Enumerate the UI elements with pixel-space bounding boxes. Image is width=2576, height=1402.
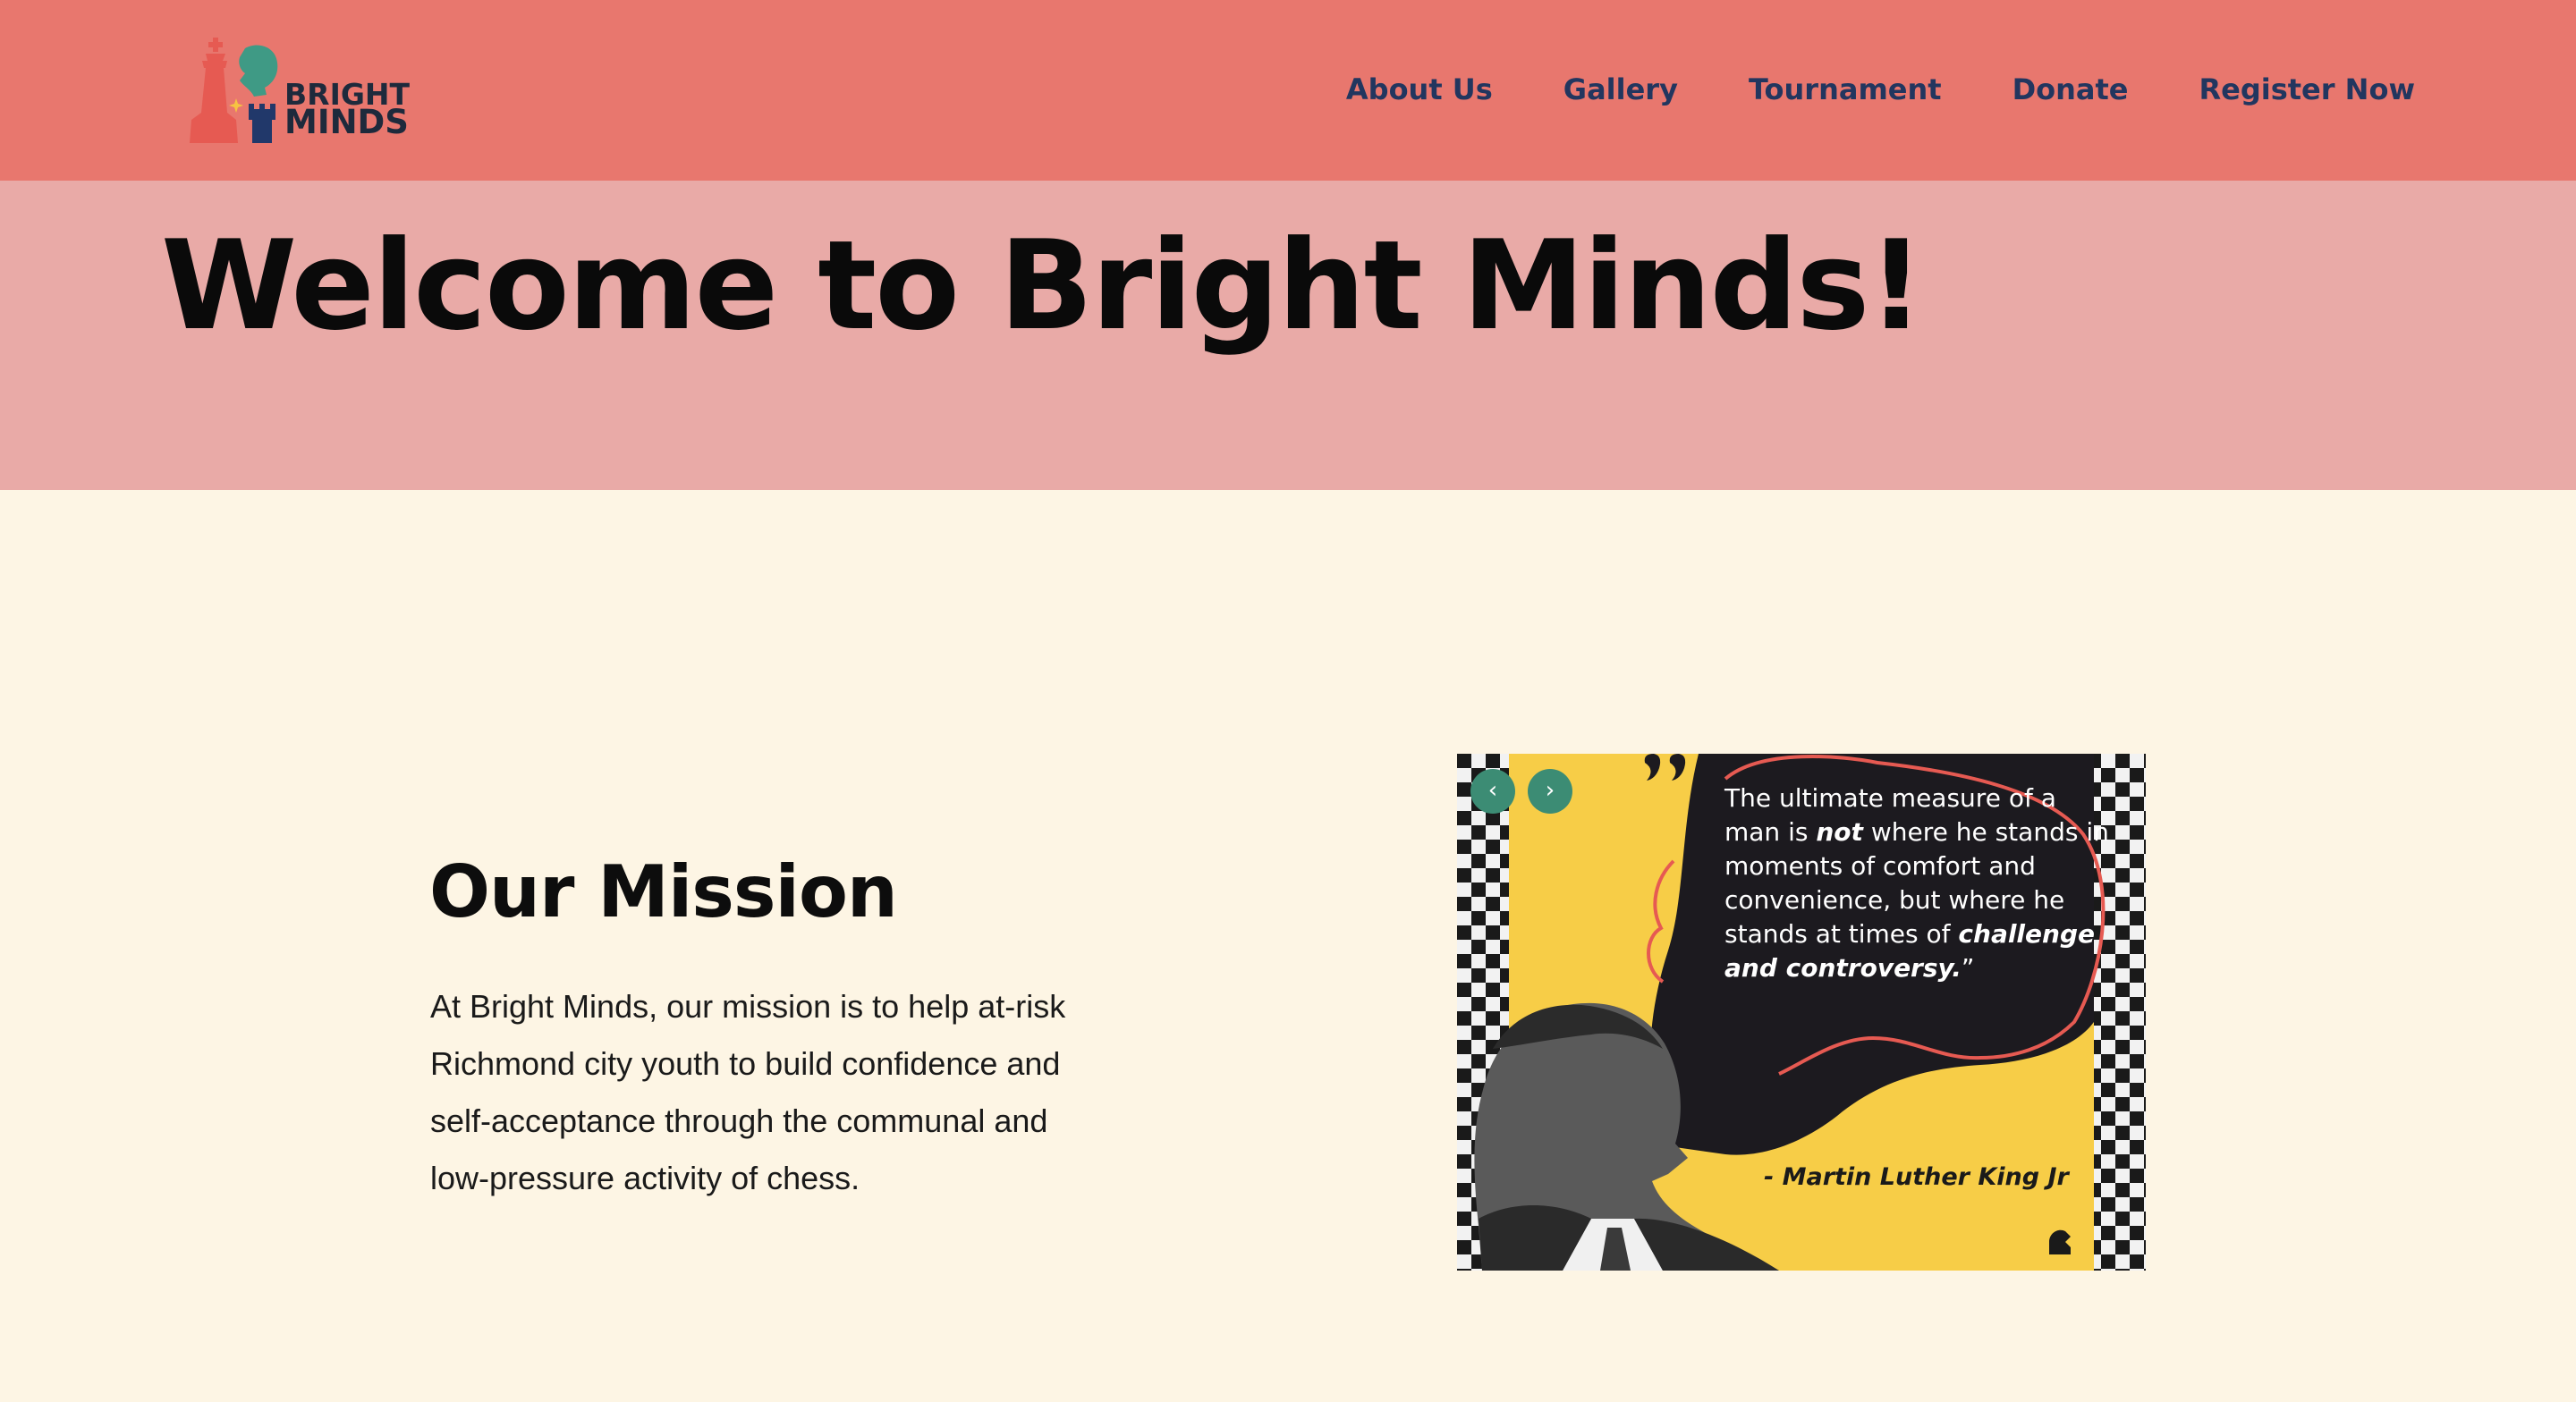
mission-title: Our Mission: [429, 850, 898, 933]
nav-donate[interactable]: Donate: [2012, 70, 2129, 109]
nav-gallery[interactable]: Gallery: [1563, 70, 1678, 109]
quote-slider[interactable]: The ultimate measure of a man is not whe…: [1457, 754, 2146, 1271]
quote-close-mark: ”: [1961, 953, 1975, 983]
mission-text: At Bright Minds, our mission is to help …: [430, 988, 1066, 1196]
nav-register-now[interactable]: Register Now: [2199, 70, 2415, 109]
hero-title: Welcome to Bright Minds!: [161, 214, 1924, 358]
bright-minds-logo[interactable]: BRIGHT MINDS: [186, 34, 419, 148]
slider-next-button[interactable]: ›: [1528, 769, 1572, 814]
chevron-right-icon: ›: [1545, 777, 1555, 804]
logo-wordmark: BRIGHT MINDS: [284, 80, 410, 141]
quote-emphasis-1: not: [1816, 817, 1863, 847]
quote-author: - Martin Luther King Jr: [1764, 1163, 2069, 1191]
nav-tournament[interactable]: Tournament: [1749, 70, 1942, 109]
quote-text: The ultimate measure of a man is not whe…: [1724, 781, 2118, 985]
chess-pieces-logo-icon: [190, 38, 278, 143]
hero-banner: Welcome to Bright Minds!: [0, 181, 2576, 490]
main-nav: About Us Gallery Tournament Donate Regis…: [1346, 70, 2415, 109]
site-header: BRIGHT MINDS About Us Gallery Tournament…: [0, 0, 2576, 181]
nav-about-us[interactable]: About Us: [1346, 70, 1493, 109]
chevron-left-icon: ‹: [1487, 777, 1498, 804]
slider-prev-button[interactable]: ‹: [1470, 769, 1515, 814]
logo-line-2: MINDS: [284, 103, 409, 141]
